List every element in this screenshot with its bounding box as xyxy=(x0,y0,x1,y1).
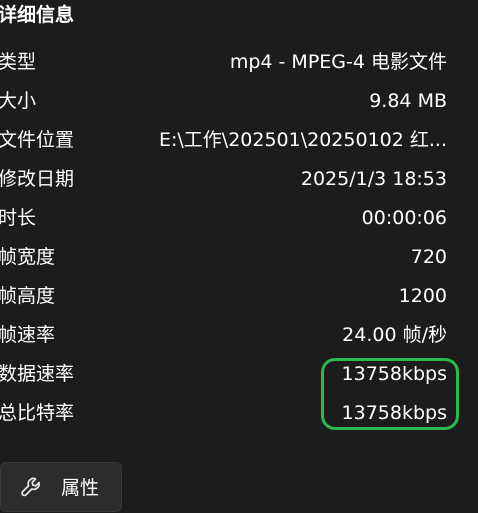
detail-value: E:\工作\202501\20250102 红... xyxy=(158,129,447,151)
detail-label: 文件位置 xyxy=(0,129,75,151)
detail-value: 00:00:06 xyxy=(361,207,447,229)
properties-button-label: 属性 xyxy=(61,477,100,499)
detail-value: mp4 - MPEG-4 电影文件 xyxy=(229,51,447,73)
detail-row-frame-rate: 帧速率 24.00 帧/秒 xyxy=(0,316,478,355)
detail-row-location: 文件位置 E:\工作\202501\20250102 红... xyxy=(0,121,478,160)
detail-label: 时长 xyxy=(0,207,37,229)
details-panel: 详细信息 类型 mp4 - MPEG-4 电影文件 大小 9.84 MB 文件位… xyxy=(0,0,478,513)
detail-label: 帧宽度 xyxy=(0,246,56,268)
detail-value: 2025/1/3 18:53 xyxy=(300,168,447,190)
detail-label: 数据速率 xyxy=(0,363,75,385)
detail-label: 大小 xyxy=(0,90,37,112)
wrench-icon xyxy=(19,475,45,501)
detail-label: 帧速率 xyxy=(0,324,56,346)
detail-row-frame-width: 帧宽度 720 xyxy=(0,238,478,277)
detail-row-duration: 时长 00:00:06 xyxy=(0,199,478,238)
detail-row-type: 类型 mp4 - MPEG-4 电影文件 xyxy=(0,43,478,82)
detail-value: 720 xyxy=(410,246,447,268)
detail-label: 帧高度 xyxy=(0,285,56,307)
detail-label: 总比特率 xyxy=(0,402,75,424)
detail-value: 1200 xyxy=(398,285,447,307)
detail-row-size: 大小 9.84 MB xyxy=(0,82,478,121)
properties-button[interactable]: 属性 xyxy=(0,462,122,512)
detail-label: 修改日期 xyxy=(0,168,75,190)
detail-row-modified: 修改日期 2025/1/3 18:53 xyxy=(0,160,478,199)
detail-row-frame-height: 帧高度 1200 xyxy=(0,277,478,316)
bitrate-highlight-box xyxy=(321,358,459,430)
details-title: 详细信息 xyxy=(0,4,75,26)
detail-value: 24.00 帧/秒 xyxy=(342,324,447,346)
detail-value: 9.84 MB xyxy=(369,90,447,112)
detail-label: 类型 xyxy=(0,51,37,73)
